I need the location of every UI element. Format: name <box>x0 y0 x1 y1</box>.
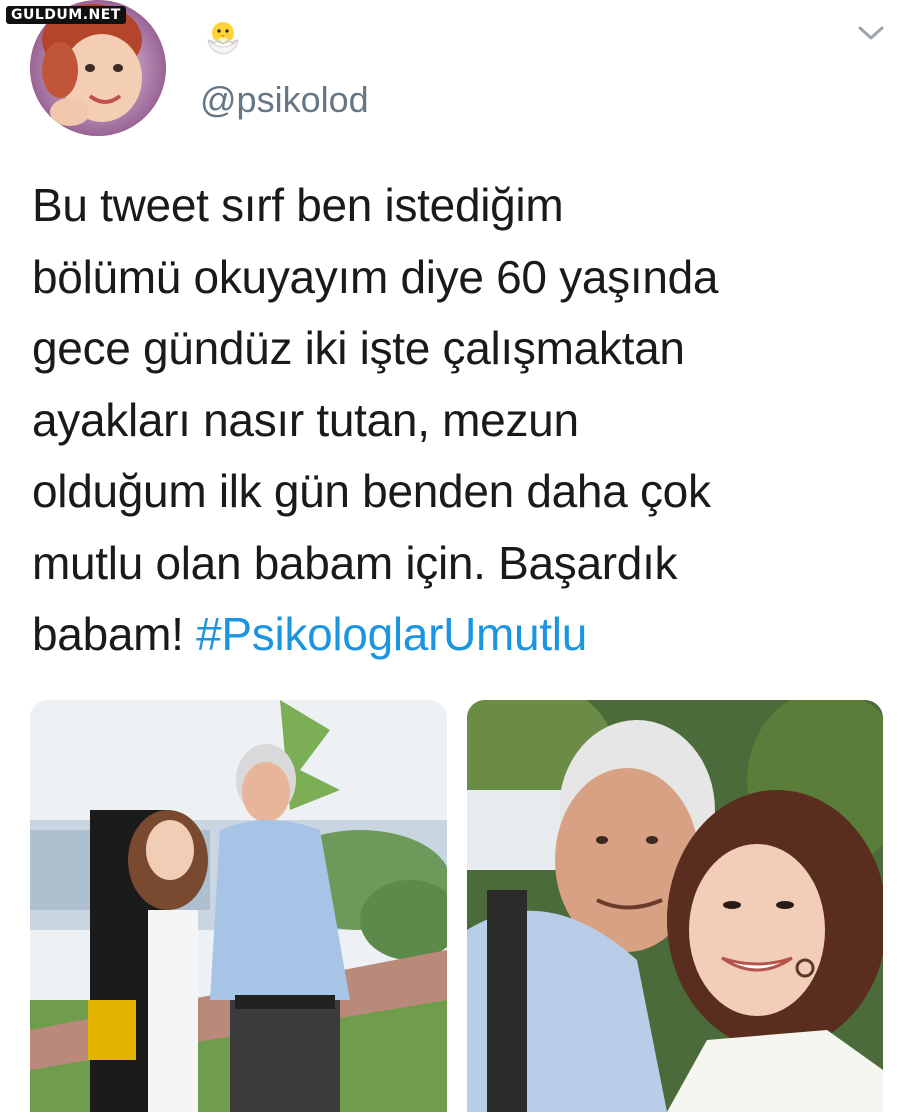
chevron-down-icon[interactable] <box>856 22 886 44</box>
tweet-line-last: babam! #PsikologlarUmutlu <box>32 599 892 671</box>
tweet-text: Bu tweet sırf ben istediğim bölümü okuya… <box>32 170 892 671</box>
tweet-line: olduğum ilk gün benden daha çok <box>32 465 711 517</box>
tweet-line: ayakları nasır tutan, mezun <box>32 393 579 446</box>
tweet-line-text: babam! <box>32 608 197 660</box>
tweet-line: mutlu olan babam için. Başardık <box>32 536 678 589</box>
tweet-line: Bu tweet sırf ben istediğim <box>32 179 564 231</box>
watermark-logo: GULDUM.NET <box>6 6 126 24</box>
tweet-photo-left[interactable] <box>30 700 447 1112</box>
tweet-line: gece gündüz iki işte çalışmaktan <box>32 322 685 374</box>
tweet-line: bölümü okuyayım diye 60 yaşında <box>32 250 719 303</box>
user-handle[interactable]: @psikolod <box>200 78 369 122</box>
hashtag-link[interactable]: #PsikologlarUmutlu <box>196 608 587 660</box>
tweet-photo-right[interactable] <box>467 700 883 1112</box>
baby-chick-icon <box>203 18 243 58</box>
graduation-photo-left <box>30 700 447 1112</box>
graduation-photo-right <box>467 700 883 1112</box>
